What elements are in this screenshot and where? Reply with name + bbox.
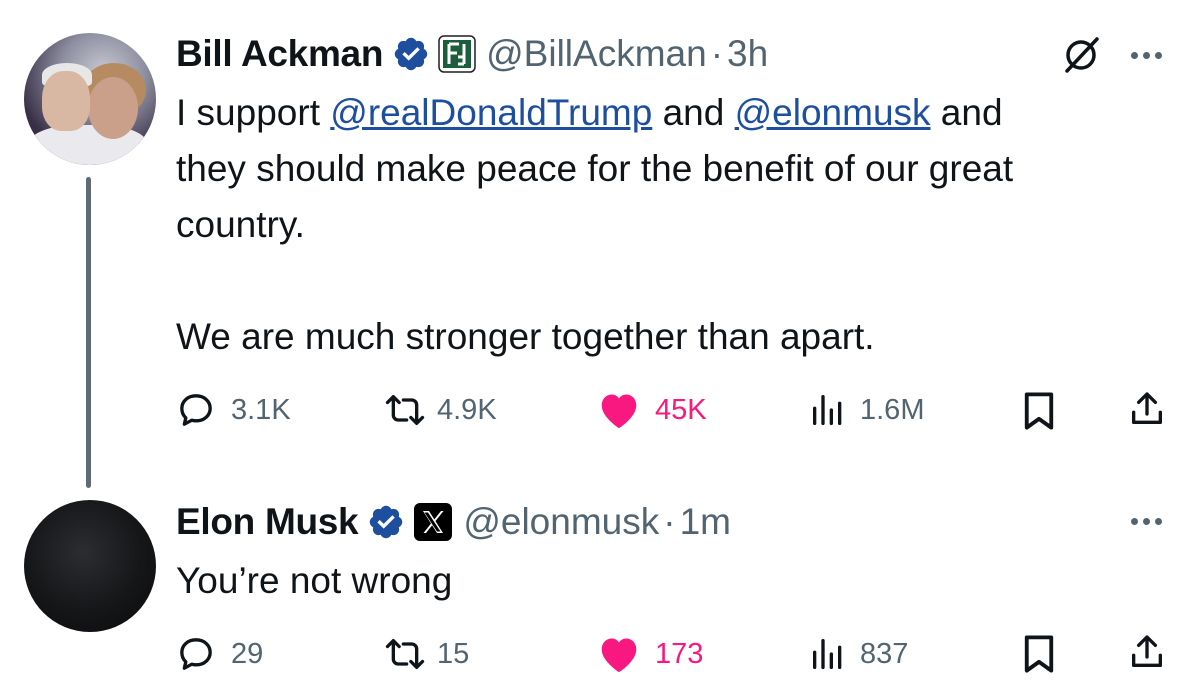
views-icon bbox=[808, 390, 848, 430]
x-logo-icon[interactable] bbox=[413, 502, 453, 542]
tweet2-more-icon[interactable] bbox=[1131, 518, 1162, 525]
tweet2-author-name[interactable]: Elon Musk bbox=[176, 501, 359, 543]
grok-icon[interactable] bbox=[1059, 33, 1103, 82]
verified-badge-icon bbox=[392, 35, 430, 73]
tweet2-views-button[interactable]: 837 bbox=[808, 632, 908, 676]
tweet1-blank-line bbox=[176, 253, 1186, 309]
tweet2-reply-button[interactable]: 29 bbox=[176, 632, 263, 676]
tweet1-text-part: I support bbox=[176, 92, 331, 133]
tweet1-bookmark-icon[interactable] bbox=[1019, 390, 1059, 437]
tweet2-handle[interactable]: @elonmusk bbox=[463, 501, 659, 543]
tweet1-time[interactable]: 3h bbox=[727, 33, 768, 75]
tweet1-views-button[interactable]: 1.6M bbox=[808, 388, 924, 432]
tweet2-repost-count: 15 bbox=[437, 637, 470, 670]
tweet1-text-part: and bbox=[930, 92, 1003, 133]
tweet2-text: You’re not wrong bbox=[176, 560, 453, 601]
repost-icon bbox=[383, 390, 427, 430]
tweet1-line3: country. bbox=[176, 204, 305, 245]
tweet1-handle[interactable]: @BillAckman bbox=[486, 33, 707, 75]
tweet1-more-icon[interactable] bbox=[1131, 52, 1162, 59]
repost-icon bbox=[383, 634, 427, 674]
tweet1-line2: they should make peace for the benefit o… bbox=[176, 148, 1014, 189]
mention-realdonaldtrump[interactable]: @realDonaldTrump bbox=[330, 92, 652, 133]
reply-icon bbox=[176, 390, 216, 430]
tweet1-like-button[interactable]: 45K bbox=[597, 388, 707, 432]
affiliate-badge-icon[interactable] bbox=[438, 35, 476, 73]
tweet1-header: Bill Ackman @BillAckman · 3h bbox=[176, 30, 768, 78]
tweet1-like-count: 45K bbox=[655, 393, 707, 426]
tweet2-like-count: 173 bbox=[655, 637, 704, 670]
tweet2-separator: · bbox=[663, 501, 676, 542]
elon-musk-avatar[interactable] bbox=[24, 500, 156, 632]
tweet1-share-icon[interactable] bbox=[1127, 388, 1167, 435]
mention-elonmusk[interactable]: @elonmusk bbox=[735, 92, 931, 133]
tweet1-text: I support @realDonaldTrump and @elonmusk… bbox=[176, 85, 1186, 365]
like-icon bbox=[597, 634, 641, 674]
tweet1-line1: I support @realDonaldTrump and @elonmusk… bbox=[176, 85, 1186, 141]
tweet2-share-icon[interactable] bbox=[1127, 631, 1167, 678]
tweet2-like-button[interactable]: 173 bbox=[597, 632, 703, 676]
tweet2-repost-button[interactable]: 15 bbox=[383, 632, 469, 676]
tweet2-reply-count: 29 bbox=[231, 637, 264, 670]
bill-ackman-avatar[interactable] bbox=[24, 33, 156, 165]
tweet1-reply-button[interactable]: 3.1K bbox=[176, 388, 291, 432]
tweet2-header: Elon Musk @elonmusk · 1m bbox=[176, 498, 731, 546]
tweet1-repost-count: 4.9K bbox=[437, 393, 497, 426]
tweet2-views-count: 837 bbox=[860, 637, 909, 670]
verified-badge-icon bbox=[367, 503, 405, 541]
tweet1-repost-button[interactable]: 4.9K bbox=[383, 388, 497, 432]
tweet1-reply-count: 3.1K bbox=[231, 393, 291, 426]
like-icon bbox=[597, 390, 641, 430]
views-icon bbox=[808, 634, 848, 674]
tweet1-text-part: and bbox=[652, 92, 735, 133]
tweet1-views-count: 1.6M bbox=[860, 393, 925, 426]
tweet1-author-name[interactable]: Bill Ackman bbox=[176, 33, 383, 75]
tweet1-separator: · bbox=[710, 33, 724, 74]
tweet2-time[interactable]: 1m bbox=[680, 501, 731, 543]
tweet1-line4: We are much stronger together than apart… bbox=[176, 316, 875, 357]
thread-connector-line bbox=[86, 177, 91, 488]
reply-icon bbox=[176, 634, 216, 674]
tweet2-bookmark-icon[interactable] bbox=[1019, 633, 1059, 680]
